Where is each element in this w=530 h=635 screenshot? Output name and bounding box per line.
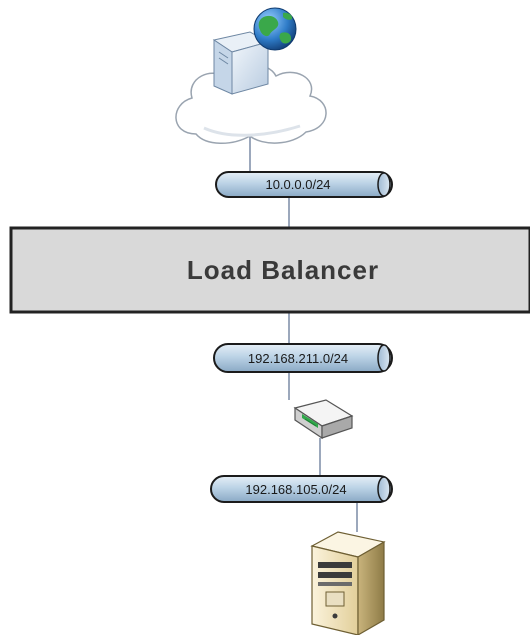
globe-icon (253, 7, 297, 51)
router-icon (293, 399, 354, 440)
internal-subnet-label: 192.168.211.0/24 (248, 351, 348, 366)
network-segment-internal-subnet: 192.168.211.0/24 (213, 343, 393, 373)
load-balancer: Load Balancer (9, 226, 530, 314)
network-segment-server-subnet: 192.168.105.0/24 (210, 475, 393, 503)
internet-subnet-label: 10.0.0.0/24 (265, 177, 330, 192)
tower-server-icon (310, 531, 386, 635)
server-subnet-label: 192.168.105.0/24 (245, 482, 346, 497)
network-segment-internet-subnet: 10.0.0.0/24 (215, 171, 393, 198)
network-diagram: 10.0.0.0/24 Load Balancer 192.168.211.0/… (9, 7, 530, 635)
internet-cloud-server-globe-icon (175, 7, 327, 144)
load-balancer-label: Load Balancer (187, 255, 379, 285)
